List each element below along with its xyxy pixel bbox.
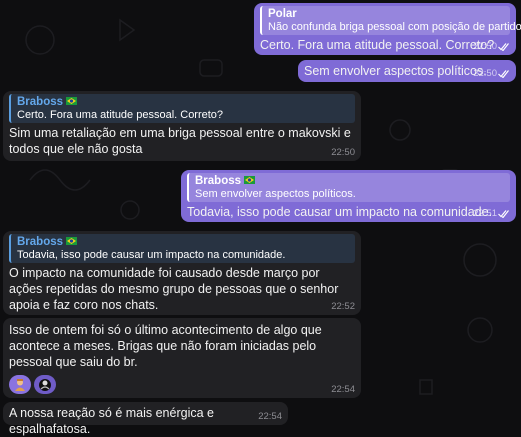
message-bubble-incoming[interactable]: A nossa reação só é mais enérgica e espa… <box>3 402 288 436</box>
message-text: Sim uma retaliação em uma briga pessoal … <box>9 126 351 156</box>
reply-author: Braboss <box>17 235 355 249</box>
double-check-icon <box>498 69 509 78</box>
dark-avatar-icon <box>39 378 51 391</box>
reply-text: Não confunda briga pessoal com posição d… <box>268 21 521 33</box>
reactions-row <box>9 375 355 394</box>
reaction-chip[interactable] <box>9 375 31 394</box>
reply-text: Certo. Fora uma atitude pessoal. Correto… <box>17 109 224 121</box>
message-meta: 22:52 <box>331 301 355 312</box>
message-meta: 22:51 <box>473 208 510 219</box>
message-time: 22:50 <box>331 147 355 158</box>
message-text: A nossa reação só é mais enérgica e espa… <box>9 406 214 436</box>
message-bubble-incoming[interactable]: Isso de ontem foi só o último acontecime… <box>3 318 361 398</box>
reply-text: Todavia, isso pode causar um impacto na … <box>17 249 286 261</box>
message-text: Isso de ontem foi só o último acontecime… <box>9 323 322 369</box>
message-time: 22:52 <box>331 301 355 312</box>
brazil-flag-icon <box>244 174 256 188</box>
message-time: 22:54 <box>258 411 282 422</box>
message-time: 22:54 <box>331 384 355 395</box>
message-bubble-outgoing[interactable]: Polar Não confunda briga pessoal com pos… <box>254 3 521 55</box>
message-meta: 22:50 <box>473 41 510 52</box>
message-bubble-outgoing[interactable]: Braboss Sem envolver aspectos políticos.… <box>181 170 516 222</box>
reply-author: Braboss <box>17 95 355 109</box>
double-check-icon <box>498 42 509 51</box>
message-time: 22:50 <box>473 41 497 52</box>
message-meta: 22:54 <box>331 384 355 395</box>
message-meta: 22:50 <box>331 147 355 158</box>
person-avatar-icon <box>15 378 25 391</box>
reply-quote[interactable]: Polar Não confunda briga pessoal com pos… <box>260 6 521 35</box>
reply-text: Sem envolver aspectos políticos. <box>195 188 356 200</box>
reply-author: Braboss <box>195 174 510 188</box>
reaction-chip[interactable] <box>34 375 56 394</box>
reply-quote[interactable]: Braboss Sem envolver aspectos políticos. <box>187 173 510 202</box>
brazil-flag-icon <box>66 95 78 109</box>
message-text: O impacto na comunidade foi causado desd… <box>9 266 339 312</box>
message-time: 22:51 <box>473 208 497 219</box>
reply-author: Polar <box>268 8 297 20</box>
brazil-flag-icon <box>66 235 78 249</box>
message-time: 22:50 <box>473 68 497 79</box>
message-bubble-outgoing[interactable]: Sem envolver aspectos políticos. 22:50 <box>298 60 516 82</box>
message-meta: 22:54 <box>258 411 282 422</box>
message-text: Todavia, isso pode causar um impacto na … <box>187 205 493 219</box>
reply-quote[interactable]: Braboss Certo. Fora uma atitude pessoal.… <box>9 94 355 123</box>
reply-quote[interactable]: Braboss Todavia, isso pode causar um imp… <box>9 234 355 263</box>
message-meta: 22:50 <box>473 68 510 79</box>
message-bubble-incoming[interactable]: Braboss Certo. Fora uma atitude pessoal.… <box>3 91 361 161</box>
message-bubble-incoming[interactable]: Braboss Todavia, isso pode causar um imp… <box>3 231 361 315</box>
double-check-icon <box>498 209 509 218</box>
